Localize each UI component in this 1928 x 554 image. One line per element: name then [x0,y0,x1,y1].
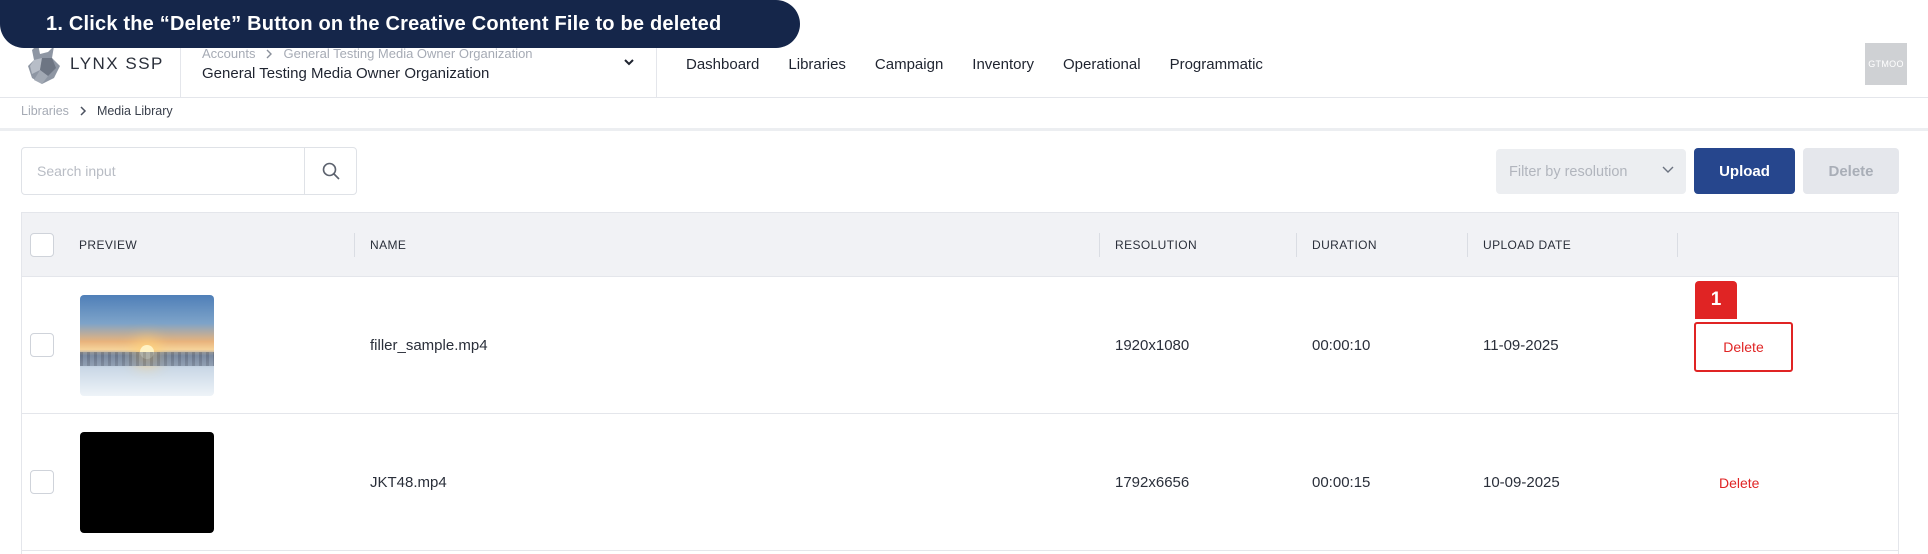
select-all-checkbox[interactable] [30,233,54,257]
chevron-down-icon[interactable] [622,55,636,69]
media-table: PREVIEW NAME RESOLUTION DURATION UPLOAD … [21,212,1899,554]
row-checkbox[interactable] [30,333,54,357]
brand-name: LYNX SSP [70,54,164,73]
search-box [21,147,357,195]
upload-button[interactable]: Upload [1694,148,1795,194]
org-breadcrumb: Accounts General Testing Media Owner Org… [202,46,642,61]
file-name: JKT48.mp4 [370,474,447,491]
column-header-name[interactable]: NAME [370,238,406,252]
chevron-down-icon [1662,166,1674,173]
table-row: filler_sample.mp4 1920x1080 00:00:10 11-… [22,277,1898,414]
resolution-filter-select[interactable]: Filter by resolution [1496,149,1686,194]
search-button[interactable] [304,148,356,194]
chevron-right-icon [80,106,86,116]
search-input[interactable] [22,148,304,194]
nav-programmatic[interactable]: Programmatic [1170,56,1263,73]
lynx-logo-icon [28,44,60,84]
column-divider [1099,233,1100,257]
org-switcher[interactable]: Accounts General Testing Media Owner Org… [202,46,642,82]
step-number-badge: 1 [1695,281,1737,319]
preview-thumbnail[interactable] [80,432,214,533]
preview-thumbnail[interactable] [80,295,214,396]
file-upload-date: 10-09-2025 [1483,474,1560,491]
bulk-delete-button[interactable]: Delete [1803,148,1899,194]
nav-operational[interactable]: Operational [1063,56,1141,73]
search-icon [322,162,340,180]
nav-inventory[interactable]: Inventory [972,56,1034,73]
delete-button[interactable]: Delete [1719,475,1759,491]
table-row: JKT48.mp4 1792x6656 00:00:15 10-09-2025 … [22,414,1898,551]
org-crumb-organization[interactable]: General Testing Media Owner Organization [283,46,532,61]
table-header: PREVIEW NAME RESOLUTION DURATION UPLOAD … [22,213,1898,277]
column-header-upload-date[interactable]: UPLOAD DATE [1483,238,1571,252]
column-header-duration[interactable]: DURATION [1312,238,1377,252]
divider [0,128,1928,131]
column-divider [1296,233,1297,257]
column-divider [1467,233,1468,257]
file-resolution: 1792x6656 [1115,474,1190,491]
column-divider [1677,233,1678,257]
org-crumb-accounts[interactable]: Accounts [202,46,255,61]
chevron-right-icon [266,49,273,58]
nav-dashboard[interactable]: Dashboard [686,56,759,73]
brand-logo[interactable]: LYNX SSP [26,44,164,84]
avatar[interactable]: GTMOO [1865,43,1907,85]
instruction-callout: 1. Click the “Delete” Button on the Crea… [0,0,800,48]
column-divider [354,233,355,257]
file-resolution: 1920x1080 [1115,337,1190,354]
nav-libraries[interactable]: Libraries [788,56,846,73]
main-nav: Dashboard Libraries Campaign Inventory O… [686,56,1263,73]
treeline-graphic [80,352,214,366]
delete-button[interactable]: Delete [1694,322,1793,372]
file-duration: 00:00:15 [1312,474,1371,491]
org-name: General Testing Media Owner Organization [202,65,490,82]
row-checkbox[interactable] [30,470,54,494]
column-header-preview: PREVIEW [79,238,138,252]
file-name: filler_sample.mp4 [370,337,488,354]
nav-campaign[interactable]: Campaign [875,56,943,73]
file-duration: 00:00:10 [1312,337,1371,354]
breadcrumb-libraries[interactable]: Libraries [21,104,69,118]
breadcrumb: Libraries Media Library [21,104,173,118]
column-header-resolution[interactable]: RESOLUTION [1115,238,1197,252]
resolution-filter-placeholder: Filter by resolution [1509,163,1628,180]
file-upload-date: 11-09-2025 [1483,337,1559,354]
breadcrumb-media-library: Media Library [96,104,173,118]
